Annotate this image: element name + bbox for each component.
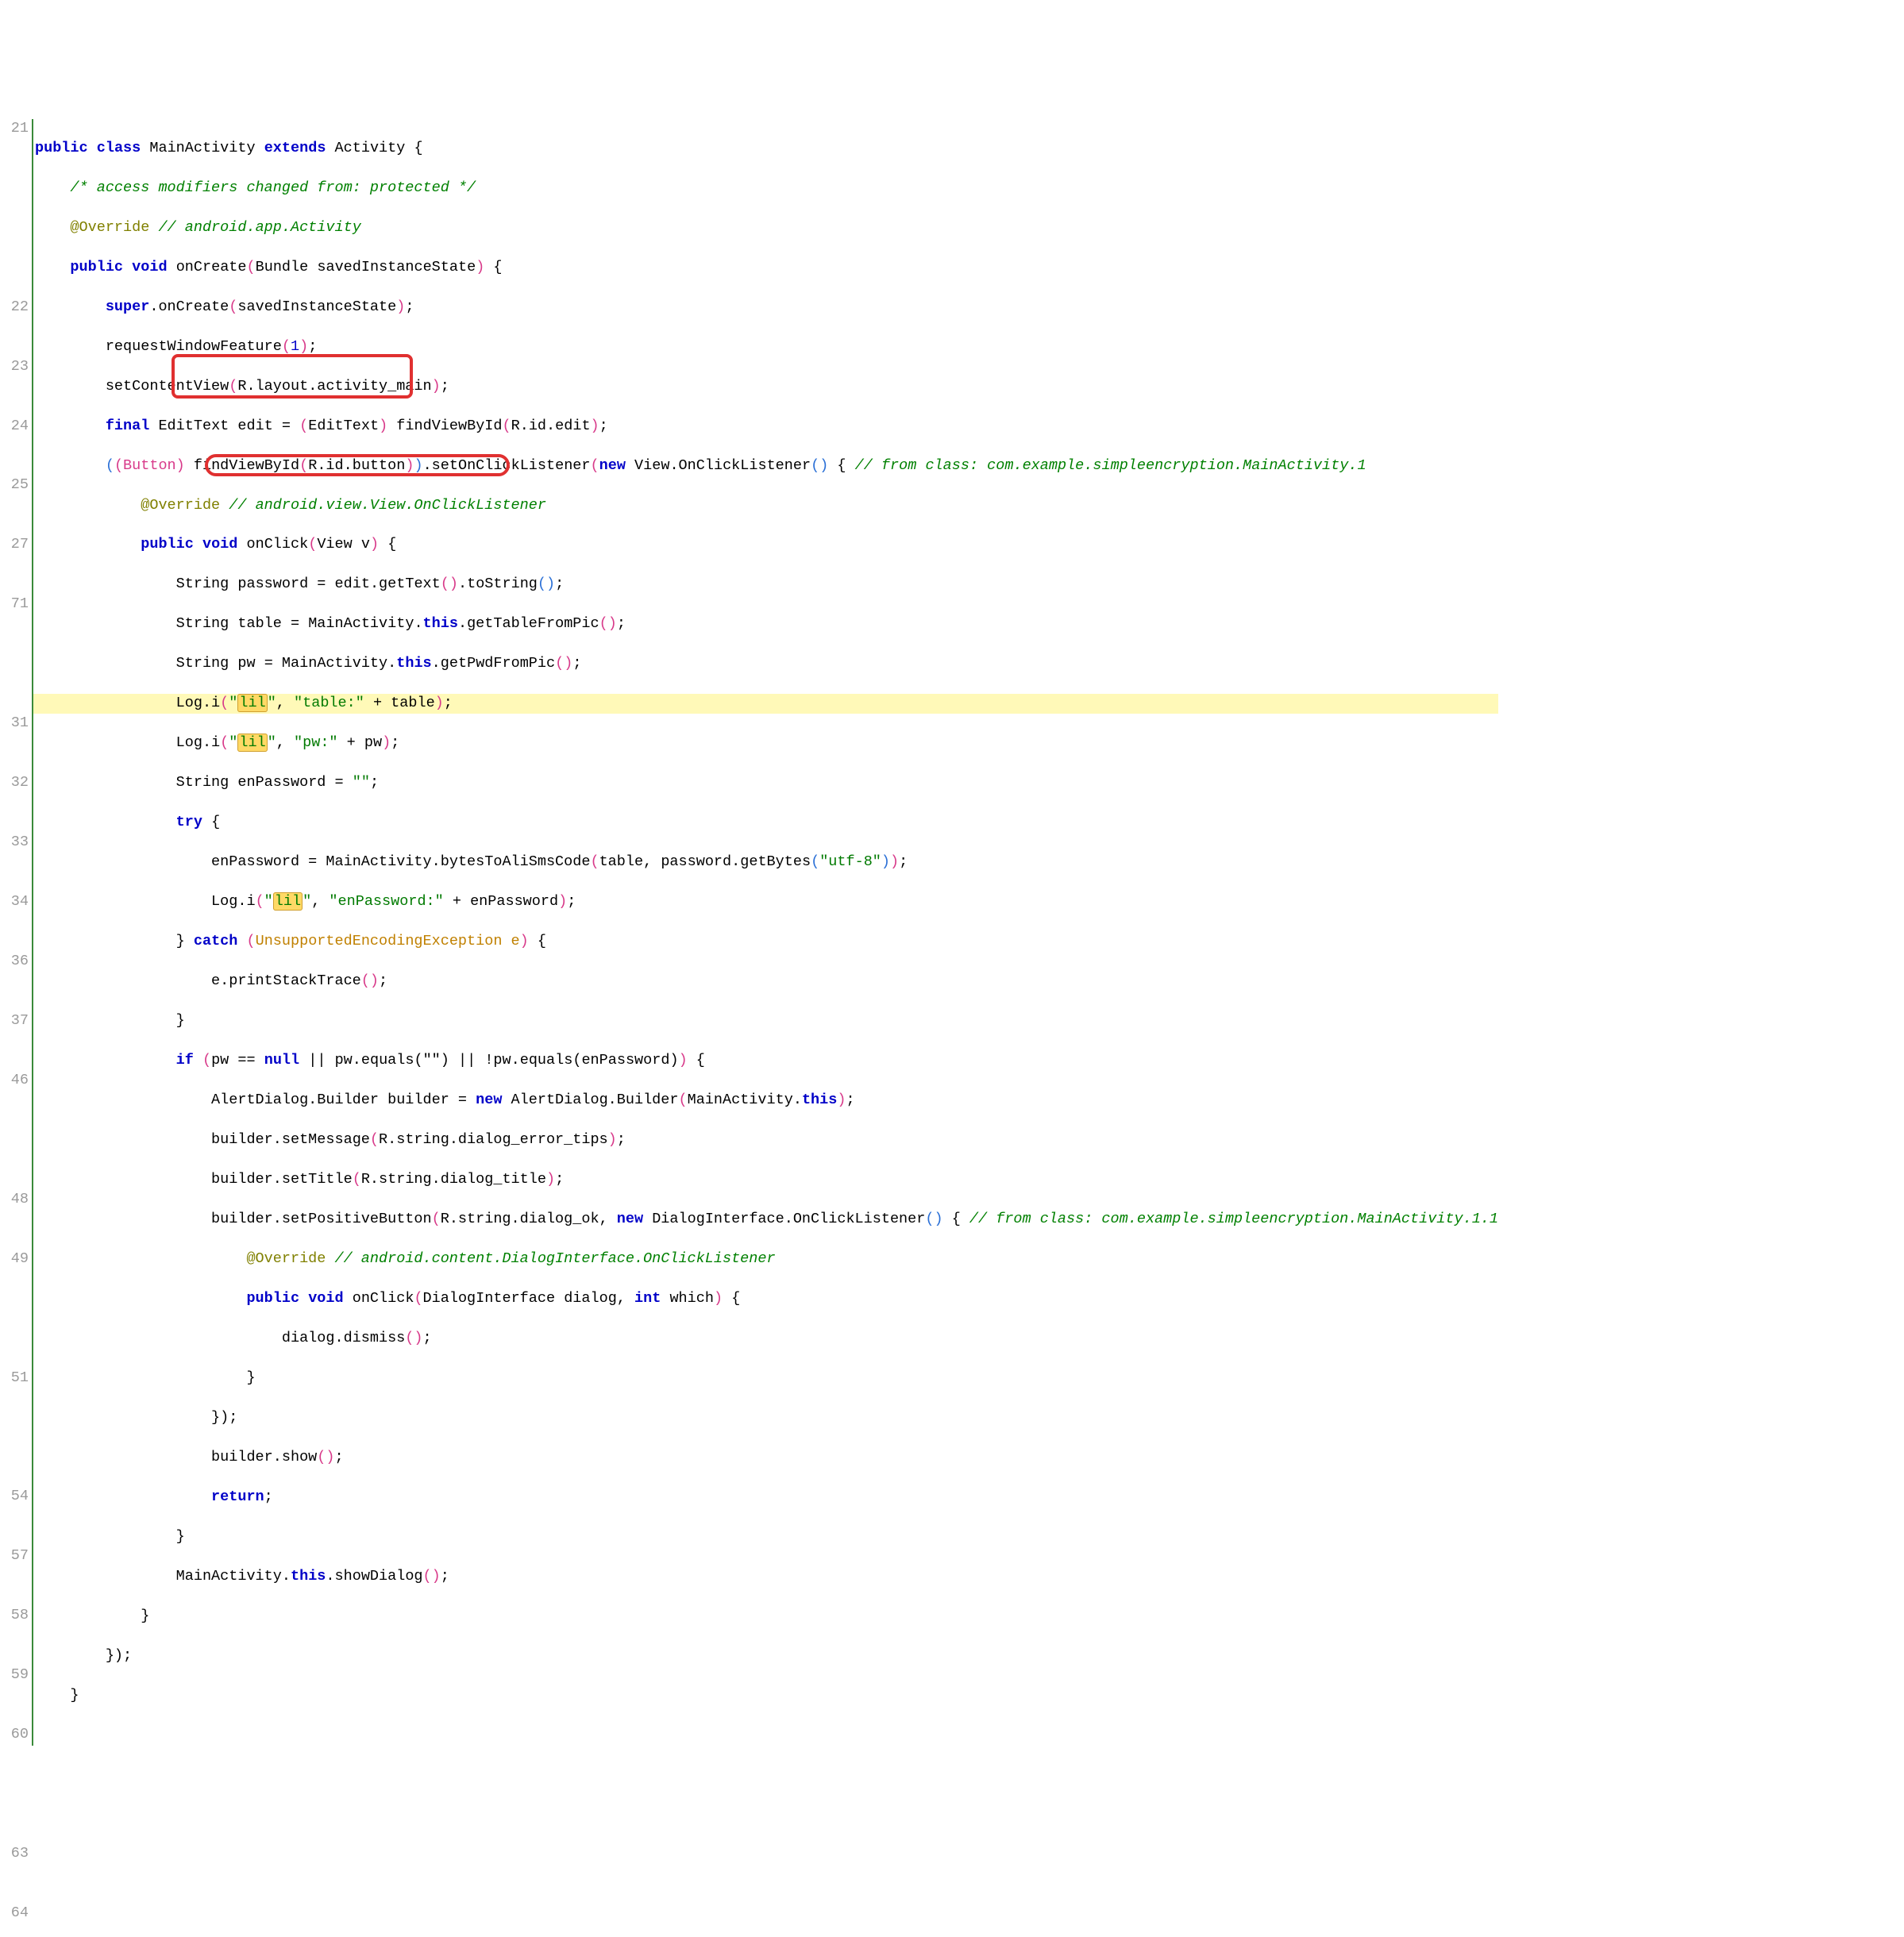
code-line[interactable]: final EditText edit = (EditText) findVie… [33,417,1498,437]
code-line-highlighted[interactable]: Log.i("lil", "table:" + table); [33,694,1498,714]
line-number: 59 [0,1666,29,1685]
code-line[interactable]: builder.setPositiveButton(R.string.dialo… [33,1210,1498,1230]
line-number: 60 [0,1725,29,1745]
line-number: 21 [0,119,29,139]
code-line[interactable]: @Override // android.content.DialogInter… [33,1250,1498,1269]
line-number: 48 [0,1190,29,1210]
line-number: 63 [0,1844,29,1864]
search-highlight: lil [237,734,267,752]
code-line[interactable]: try { [33,813,1498,833]
line-number: 31 [0,714,29,734]
code-line[interactable]: public void onClick(DialogInterface dial… [33,1289,1498,1309]
line-number: 49 [0,1250,29,1269]
code-line[interactable]: String password = edit.getText().toStrin… [33,575,1498,595]
code-line[interactable]: }); [33,1408,1498,1428]
code-line[interactable]: dialog.dismiss(); [33,1329,1498,1349]
line-number-gutter: 21 22 23 24 25 27 71 31 32 33 34 36 37 4… [0,79,32,1937]
code-line[interactable]: } catch (UnsupportedEncodingException e)… [33,932,1498,952]
code-line[interactable]: enPassword = MainActivity.bytesToAliSmsC… [33,853,1498,872]
line-number: 25 [0,476,29,495]
line-number [0,179,29,198]
line-number: 24 [0,417,29,437]
line-number: 71 [0,595,29,614]
code-line[interactable]: if (pw == null || pw.equals("") || !pw.e… [33,1051,1498,1071]
code-line[interactable]: ((Button) findViewById(R.id.button)).set… [33,456,1498,476]
code-line[interactable]: } [33,1607,1498,1627]
line-number: 64 [0,1904,29,1924]
search-highlight: lil [237,694,267,712]
code-line[interactable]: Log.i("lil", "enPassword:" + enPassword)… [33,892,1498,912]
code-line[interactable]: String enPassword = ""; [33,773,1498,793]
line-number: 37 [0,1011,29,1031]
line-number [0,238,29,258]
code-line[interactable]: builder.show(); [33,1448,1498,1468]
code-line[interactable]: } [33,1369,1498,1388]
code-line[interactable]: @Override // android.view.View.OnClickLi… [33,496,1498,516]
code-line[interactable]: MainActivity.this.showDialog(); [33,1567,1498,1587]
line-number [0,1130,29,1150]
line-number [0,1309,29,1329]
line-number: 27 [0,535,29,555]
code-line[interactable]: builder.setTitle(R.string.dialog_title); [33,1170,1498,1190]
code-line[interactable]: e.printStackTrace(); [33,972,1498,992]
code-line[interactable]: String pw = MainActivity.this.getPwdFrom… [33,654,1498,674]
line-number: 34 [0,892,29,912]
line-number: 33 [0,833,29,853]
code-line[interactable]: } [33,1527,1498,1547]
code-line[interactable]: } [33,1011,1498,1031]
line-number: 22 [0,298,29,318]
code-line[interactable]: Log.i("lil", "pw:" + pw); [33,734,1498,753]
code-line[interactable]: builder.setMessage(R.string.dialog_error… [33,1130,1498,1150]
line-number: 23 [0,357,29,377]
line-number [0,1427,29,1447]
code-line[interactable]: setContentView(R.layout.activity_main); [33,377,1498,397]
code-line[interactable]: return; [33,1488,1498,1508]
line-number: 51 [0,1369,29,1388]
line-number: 54 [0,1487,29,1507]
code-editor: 21 22 23 24 25 27 71 31 32 33 34 36 37 4… [0,79,1904,1937]
line-number [0,1785,29,1804]
line-number: 57 [0,1546,29,1566]
line-number [0,654,29,674]
code-line[interactable]: /* access modifiers changed from: protec… [33,179,1498,198]
code-line[interactable]: } [33,1686,1498,1706]
code-line[interactable]: public void onCreate(Bundle savedInstanc… [33,258,1498,278]
search-highlight: lil [273,892,303,911]
code-line[interactable]: String table = MainActivity.this.getTabl… [33,614,1498,634]
code-line[interactable]: public void onClick(View v) { [33,535,1498,555]
line-number: 58 [0,1606,29,1626]
line-number: 36 [0,952,29,972]
line-number: 46 [0,1071,29,1091]
code-line[interactable]: AlertDialog.Builder builder = new AlertD… [33,1091,1498,1111]
line-number: 32 [0,773,29,793]
code-line[interactable]: public class MainActivity extends Activi… [33,139,1498,159]
code-area[interactable]: public class MainActivity extends Activi… [32,79,1498,1937]
code-line[interactable]: }); [33,1646,1498,1666]
code-line[interactable]: super.onCreate(savedInstanceState); [33,298,1498,318]
code-line[interactable]: @Override // android.app.Activity [33,218,1498,238]
code-line[interactable]: requestWindowFeature(1); [33,337,1498,357]
